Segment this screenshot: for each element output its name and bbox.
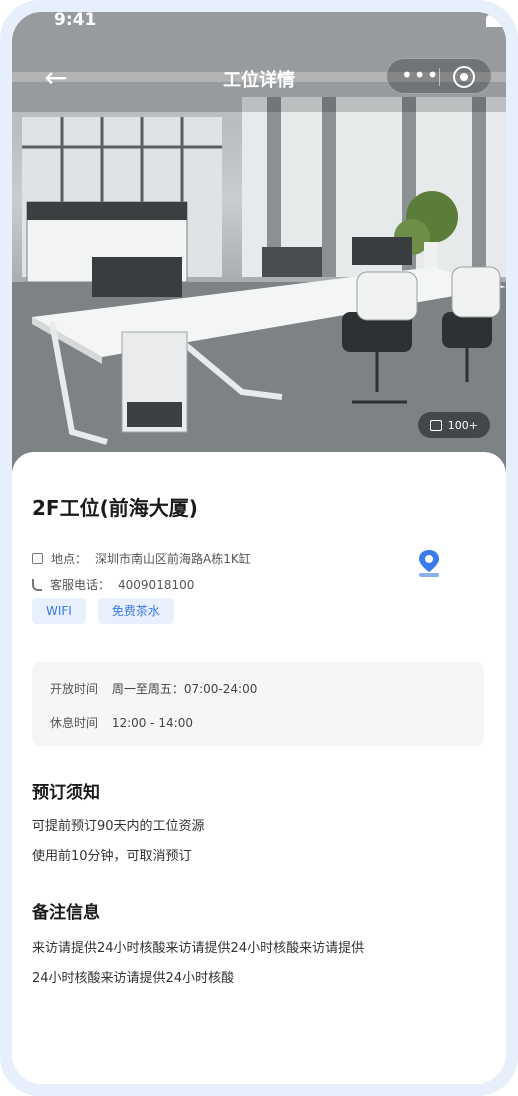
battery-icon [486, 15, 506, 27]
remark-line: 24小时核酸来访请提供24小时核酸 [32, 971, 235, 986]
detail-card: 2F工位(前海大厦) 地点： 深圳市南山区前海路A栋1K缸 客服电话： 4009… [12, 452, 506, 1084]
map-pin-icon[interactable] [416, 548, 442, 578]
booking-notice-title: 预订须知 [32, 783, 100, 803]
tag-wifi: WIFI [32, 598, 86, 624]
notice-line: 可提前预订90天内的工位资源 [32, 819, 205, 834]
phone-label: 客服电话： [50, 578, 111, 592]
rest-hours-label: 休息时间 [50, 716, 99, 730]
photo-count-text: 100+ [447, 418, 478, 432]
location-icon [32, 553, 43, 564]
address-row: 地点： 深圳市南山区前海路A栋1K缸 [32, 550, 251, 567]
navigation-bar: ← 工位详情 ••• [12, 56, 506, 100]
workspace-photo[interactable]: 9:41 ← 工位详情 ••• 100+ [12, 12, 506, 480]
facility-tags: WIFI 免费茶水 [32, 598, 174, 624]
phone-icon [32, 578, 42, 591]
remark-title: 备注信息 [32, 903, 100, 923]
phone-number[interactable]: 4009018100 [118, 578, 194, 592]
open-hours-label: 开放时间 [50, 682, 99, 696]
target-icon[interactable] [453, 66, 475, 88]
status-bar: 9:41 [12, 12, 506, 38]
screen: 9:41 ← 工位详情 ••• 100+ 2F工位(前海大厦) 地点： 深圳市南… [12, 12, 506, 1084]
status-time: 9:41 [54, 12, 97, 30]
rest-hours-value: 12:00 - 14:00 [111, 716, 193, 730]
hours-panel: 开放时间 周一至周五：07:00-24:00 休息时间 12:00 - 14:0… [32, 662, 484, 746]
remark-line: 来访请提供24小时核酸来访请提供24小时核酸来访请提供 [32, 941, 365, 956]
photo-count-badge[interactable]: 100+ [417, 412, 490, 438]
phone-frame: 9:41 ← 工位详情 ••• 100+ 2F工位(前海大厦) 地点： 深圳市南… [0, 0, 518, 1096]
rest-hours-row: 休息时间 12:00 - 14:00 [50, 714, 193, 731]
place-name: 2F工位(前海大厦) [32, 496, 198, 520]
mini-program-capsule[interactable]: ••• [386, 58, 492, 94]
capsule-divider [439, 68, 440, 86]
remark-text: 来访请提供24小时核酸来访请提供24小时核酸来访请提供 24小时核酸来访请提供2… [32, 934, 486, 994]
open-hours-value: 周一至周五：07:00-24:00 [111, 682, 258, 696]
address-text: 深圳市南山区前海路A栋1K缸 [95, 552, 251, 566]
notice-line: 使用前10分钟，可取消预订 [32, 849, 192, 864]
booking-notice-text: 可提前预订90天内的工位资源 使用前10分钟，可取消预订 [32, 812, 486, 872]
image-icon [429, 419, 442, 431]
open-hours-row: 开放时间 周一至周五：07:00-24:00 [50, 680, 257, 697]
more-dots-icon[interactable]: ••• [401, 63, 439, 87]
tag-free-tea: 免费茶水 [97, 598, 174, 624]
phone-row[interactable]: 客服电话： 4009018100 [32, 576, 194, 593]
address-label: 地点： [51, 552, 88, 566]
